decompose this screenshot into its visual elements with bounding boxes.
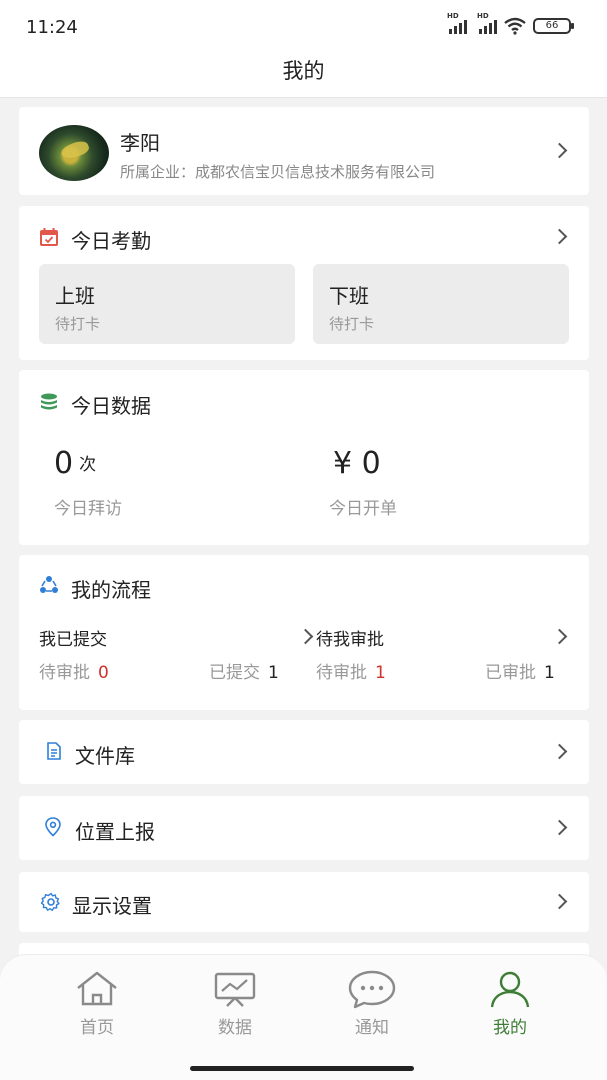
wifi-icon xyxy=(504,17,526,35)
chevron-right-icon xyxy=(551,142,568,159)
process-title: 我的流程 xyxy=(71,578,151,602)
orders-value: ¥ 0 xyxy=(333,446,381,481)
visits-label: 今日拜访 xyxy=(54,499,122,519)
clock-out-title: 下班 xyxy=(329,284,369,308)
tab-notifications[interactable]: 通知 xyxy=(322,969,422,1038)
visits-value: 0次 xyxy=(54,446,97,481)
tab-home[interactable]: 首页 xyxy=(47,969,147,1038)
chart-board-icon xyxy=(214,972,256,1007)
chat-bubble-icon xyxy=(348,970,396,1009)
menu-item-display[interactable]: 显示设置 xyxy=(19,872,589,932)
tab-home-label: 首页 xyxy=(80,1018,114,1038)
menu-item-files-label: 文件库 xyxy=(75,744,135,768)
orders-label: 今日开单 xyxy=(329,499,397,519)
to-approve-title: 待我审批 xyxy=(316,630,384,650)
profile-name: 李阳 xyxy=(120,131,160,155)
calendar-icon xyxy=(40,228,58,246)
today-data-title: 今日数据 xyxy=(71,394,151,418)
profile-card[interactable]: 李阳 所属企业：成都农信宝贝信息技术服务有限公司 xyxy=(19,107,589,195)
gear-icon xyxy=(41,892,60,911)
signal-icon: HD xyxy=(447,12,467,34)
battery-icon: 66 xyxy=(533,18,574,34)
home-icon xyxy=(77,971,117,1006)
attendance-title: 今日考勤 xyxy=(71,229,151,253)
process-card: 我的流程 我已提交 待审批 0 已提交 1 待我审批 待审批 1 已审批 1 xyxy=(19,555,589,710)
submitted-done-count: 1 xyxy=(268,663,279,683)
visits-unit: 次 xyxy=(79,455,97,475)
today-data-card: 今日数据 0次 今日拜访 ¥ 0 今日开单 xyxy=(19,370,589,545)
chevron-right-icon xyxy=(551,893,568,910)
tab-data-label: 数据 xyxy=(218,1018,252,1038)
chevron-right-icon xyxy=(551,819,568,836)
signal-icon-2: HD xyxy=(477,12,497,34)
user-icon xyxy=(490,971,530,1008)
to-approve-done: 已审批 1 xyxy=(485,663,555,683)
clock-in-button[interactable]: 上班 待打卡 xyxy=(39,264,295,344)
tab-mine-label: 我的 xyxy=(493,1018,527,1038)
to-approve-done-count: 1 xyxy=(544,663,555,683)
status-icons: HD HD 66 xyxy=(447,12,574,35)
chevron-right-icon xyxy=(297,628,314,645)
menu-item-display-label: 显示设置 xyxy=(72,894,152,918)
clock-in-status: 待打卡 xyxy=(55,315,101,333)
clock-in-title: 上班 xyxy=(55,284,95,308)
avatar xyxy=(39,125,109,181)
workflow-icon xyxy=(40,576,58,593)
to-approve-pending: 待审批 1 xyxy=(316,663,386,683)
clock-out-status: 待打卡 xyxy=(329,315,375,333)
profile-company: 所属企业：成都农信宝贝信息技术服务有限公司 xyxy=(120,163,436,181)
menu-item-location-label: 位置上报 xyxy=(75,820,155,844)
submitted-pending-count: 0 xyxy=(98,663,109,683)
menu-item-files[interactable]: 文件库 xyxy=(19,720,589,784)
tab-bar: 首页 数据 通知 我的 xyxy=(0,955,607,1080)
home-indicator xyxy=(190,1066,414,1071)
status-time: 11:24 xyxy=(26,17,78,38)
location-pin-icon xyxy=(45,817,61,837)
clock-out-button[interactable]: 下班 待打卡 xyxy=(313,264,569,344)
database-icon xyxy=(41,393,57,410)
page-title: 我的 xyxy=(282,59,325,83)
submitted-pending: 待审批 0 xyxy=(39,663,109,683)
tab-mine[interactable]: 我的 xyxy=(460,969,560,1038)
submitted-done: 已提交 1 xyxy=(209,663,279,683)
menu-item-location[interactable]: 位置上报 xyxy=(19,796,589,860)
tab-notifications-label: 通知 xyxy=(355,1018,389,1038)
chevron-right-icon xyxy=(551,228,568,245)
status-bar: 11:24 HD HD 66 xyxy=(0,0,607,52)
tab-data[interactable]: 数据 xyxy=(185,969,285,1038)
to-approve-pending-count: 1 xyxy=(375,663,386,683)
chevron-right-icon xyxy=(551,628,568,645)
page-title-bar: 我的 xyxy=(0,52,607,98)
chevron-right-icon xyxy=(551,743,568,760)
submitted-title: 我已提交 xyxy=(39,630,107,650)
document-icon xyxy=(47,742,61,760)
attendance-card: 今日考勤 上班 待打卡 下班 待打卡 xyxy=(19,206,589,360)
